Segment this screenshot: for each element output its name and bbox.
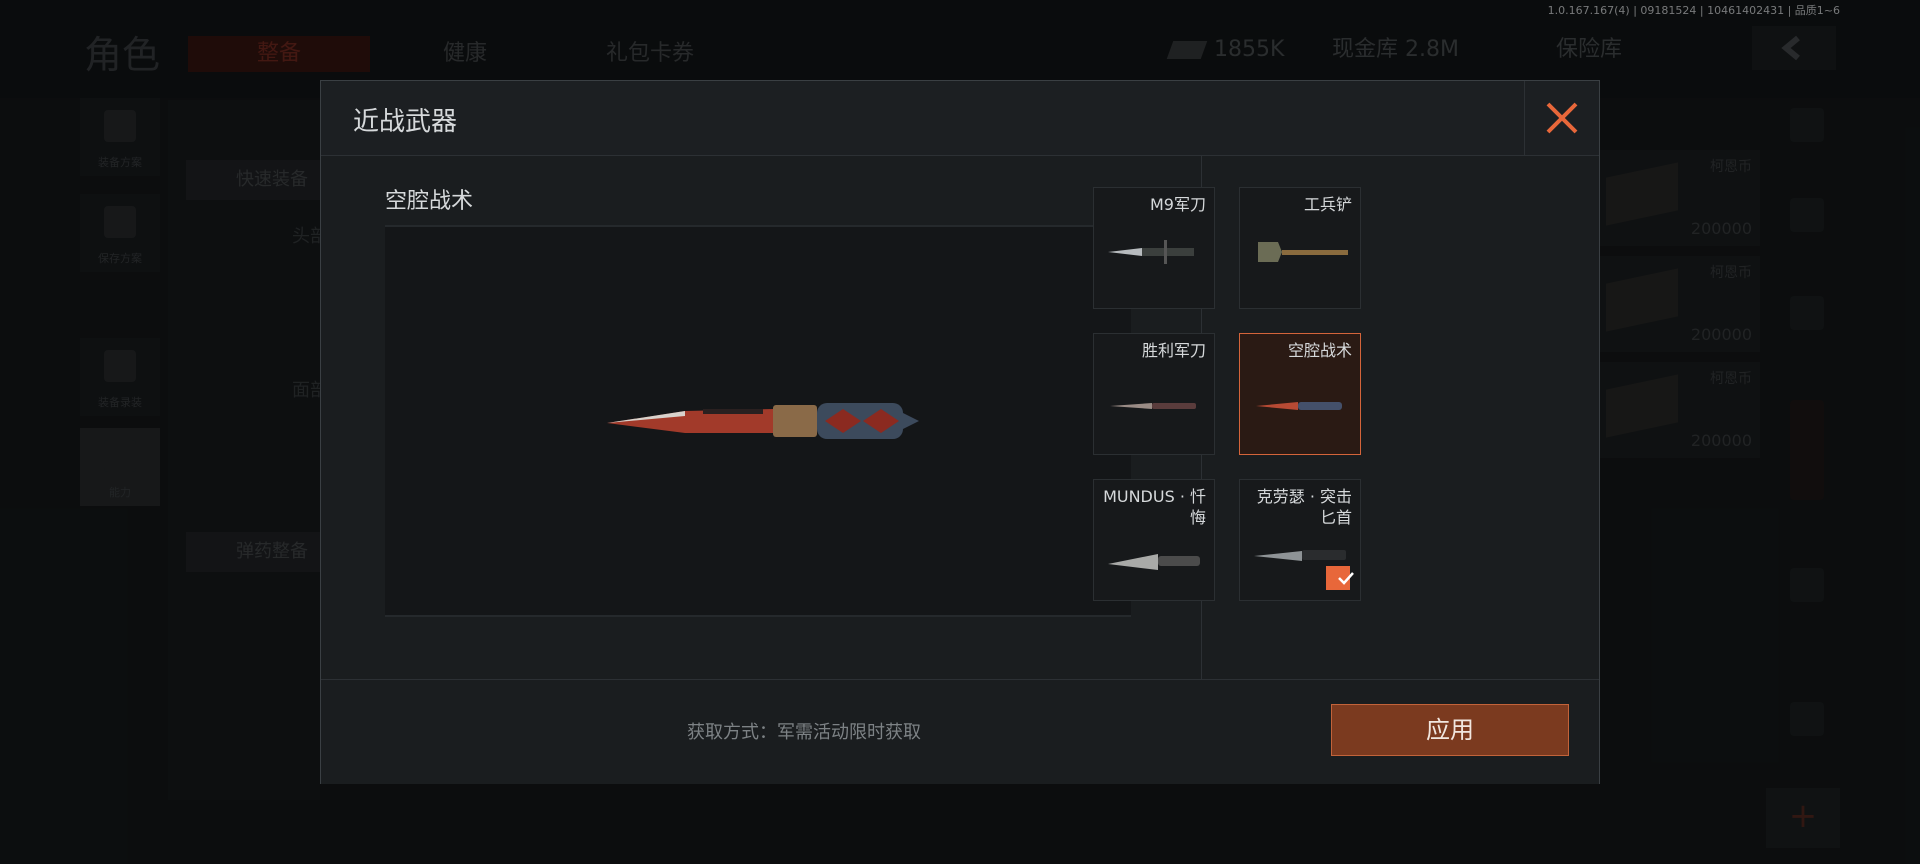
dialog-header: 近战武器 — [321, 81, 1599, 156]
dialog-title: 近战武器 — [353, 107, 458, 137]
cavity-tactical-knife-icon — [1256, 402, 1342, 410]
checkmark-icon — [1338, 572, 1354, 585]
weapon-card-name: 胜利军刀 — [1141, 341, 1206, 360]
weapon-card-name: MUNDUS · 忏悔 — [1103, 487, 1206, 527]
weapon-card[interactable]: 胜利军刀 — [1093, 333, 1215, 455]
weapon-preview — [385, 225, 1131, 617]
shovel-icon — [1258, 242, 1348, 262]
weapon-card[interactable]: M9军刀 — [1093, 187, 1215, 309]
dialog-footer: 获取方式：军需活动限时获取 应用 — [321, 679, 1599, 784]
weapon-card[interactable]: 克劳瑟 · 突击匕首 — [1239, 479, 1361, 601]
close-button[interactable] — [1524, 81, 1599, 155]
knife-preview-image — [607, 403, 919, 439]
victory-knife-icon — [1110, 403, 1196, 409]
mundus-knife-icon — [1108, 554, 1200, 570]
equipped-check — [1326, 566, 1354, 590]
weapon-card[interactable]: 空腔战术 — [1239, 333, 1361, 455]
weapon-card-name: 克劳瑟 · 突击匕首 — [1256, 487, 1352, 527]
weapon-card[interactable]: MUNDUS · 忏悔 — [1093, 479, 1215, 601]
selected-weapon-name: 空腔战术 — [385, 189, 474, 214]
m9-knife-icon — [1108, 240, 1194, 264]
apply-button[interactable]: 应用 — [1331, 704, 1569, 756]
acquire-method-text: 获取方式：军需活动限时获取 — [687, 722, 921, 743]
melee-weapon-dialog: 近战武器 空腔战术 M9军刀 工兵铲 胜利军刀 空腔战术 MUNDUS · 忏悔… — [320, 80, 1600, 784]
close-icon — [1546, 102, 1578, 134]
weapon-card-name: M9军刀 — [1150, 195, 1206, 214]
weapon-card-name: 空腔战术 — [1287, 341, 1352, 360]
weapon-card[interactable]: 工兵铲 — [1239, 187, 1361, 309]
weapon-card-name: 工兵铲 — [1303, 195, 1352, 214]
